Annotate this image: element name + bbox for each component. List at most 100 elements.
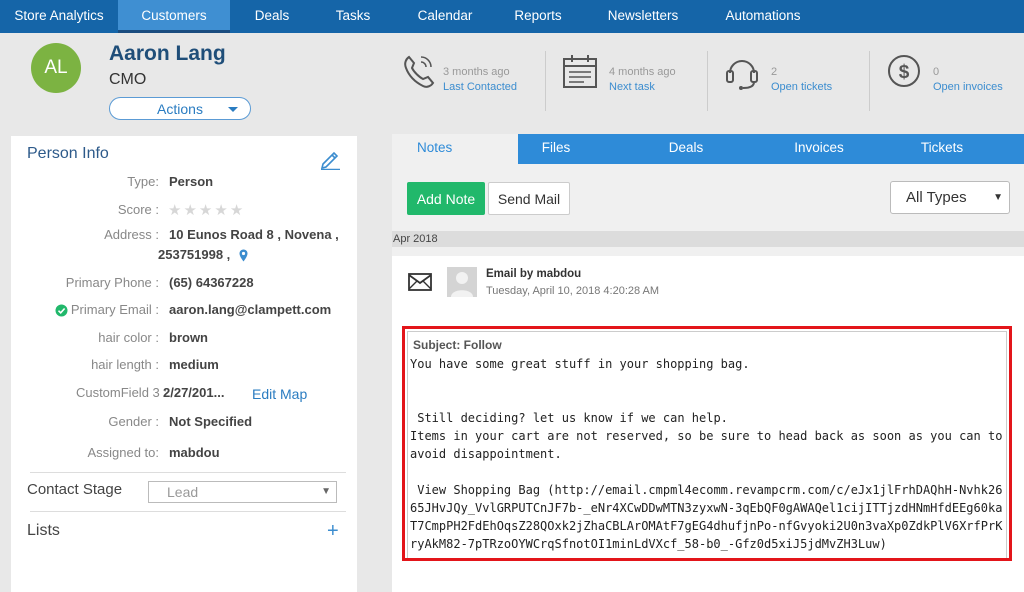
score-stars[interactable]: ★ ★ ★ ★ ★	[168, 201, 243, 219]
address-line2: 253751998 ,	[158, 247, 231, 262]
email-body-line: You have some great stuff in your shoppi…	[410, 357, 750, 371]
nav-deals[interactable]: Deals	[230, 0, 314, 33]
nav-calendar[interactable]: Calendar	[392, 0, 498, 33]
field-value: (65) 64367228	[169, 275, 254, 290]
calendar-icon	[563, 55, 597, 88]
score-row: Score : ★ ★ ★ ★ ★	[11, 202, 357, 222]
edit-pencil-icon[interactable]	[319, 148, 341, 170]
star-icon[interactable]: ★	[183, 201, 196, 219]
email-body-line: View Shopping Bag (http://email.cmpml4ec…	[410, 483, 1003, 551]
contact-name: Aaron Lang	[109, 42, 226, 65]
star-icon[interactable]: ★	[230, 201, 243, 219]
note-item: Email by mabdou Tuesday, April 10, 2018 …	[392, 256, 1024, 592]
tab-deals[interactable]: Deals	[594, 134, 778, 164]
email-content-highlight: Subject: Follow You have some great stuf…	[402, 326, 1012, 561]
send-mail-button[interactable]: Send Mail	[488, 182, 570, 215]
address-row-2: 253751998 ,	[11, 247, 357, 267]
contact-stage-label: Contact Stage	[27, 481, 123, 498]
field-value: mabdou	[169, 445, 220, 460]
add-list-icon[interactable]: +	[327, 520, 339, 543]
divider	[30, 511, 346, 512]
email-body-line	[410, 373, 1006, 391]
open-invoices-link[interactable]: Open invoices	[933, 81, 1003, 93]
phone-icon	[404, 55, 435, 88]
note-timestamp: Tuesday, April 10, 2018 4:20:28 AM	[486, 285, 660, 297]
type-row: Type: Person	[11, 174, 357, 194]
nav-store-analytics[interactable]: Store Analytics	[0, 0, 118, 33]
phone-row: Primary Phone : (65) 64367228	[11, 275, 357, 295]
edit-map-link[interactable]: Edit Map	[252, 386, 307, 402]
contact-stage-select[interactable]: Lead ▼	[148, 481, 337, 503]
tab-notes[interactable]: Notes	[392, 134, 518, 164]
nav-automations[interactable]: Automations	[708, 0, 818, 33]
person-info-panel: Person Info Type: Person Score : ★ ★ ★ ★…	[11, 136, 357, 592]
divider	[30, 472, 346, 473]
open-tickets-link[interactable]: Open tickets	[771, 81, 832, 93]
field-value: medium	[169, 357, 219, 372]
last-contacted-link[interactable]: Last Contacted	[443, 81, 517, 93]
field-value: Person	[169, 174, 214, 189]
lists-label: Lists	[27, 522, 60, 539]
nav-newsletters[interactable]: Newsletters	[578, 0, 708, 33]
actions-label: Actions	[157, 100, 203, 117]
divider	[545, 51, 546, 111]
field-label: Primary Email :	[70, 302, 159, 317]
field-label: hair length :	[91, 357, 159, 372]
note-author-avatar	[447, 267, 477, 297]
star-icon[interactable]: ★	[168, 201, 181, 219]
detail-tabs: Notes Files Deals Invoices Tickets	[392, 134, 1024, 164]
tab-invoices[interactable]: Invoices	[778, 134, 860, 164]
envelope-icon	[408, 273, 432, 291]
contact-header: AL Aaron Lang CMO Actions 3 months ago L…	[0, 33, 1024, 129]
nav-reports[interactable]: Reports	[498, 0, 578, 33]
note-author: Email by mabdou	[486, 268, 582, 280]
date-group-header: Apr 2018	[392, 231, 1024, 247]
field-value: brown	[169, 330, 208, 345]
email-body-line	[410, 463, 1006, 481]
add-note-button[interactable]: Add Note	[407, 182, 485, 215]
field-label: hair color :	[98, 330, 159, 345]
verified-check-icon	[55, 304, 68, 317]
field-value: aaron.lang@clampett.com	[169, 302, 332, 317]
headset-icon	[726, 60, 758, 90]
type-filter-select[interactable]: All Types ▼	[890, 181, 1010, 214]
email-body-line	[410, 391, 1006, 409]
field-label: Gender :	[108, 414, 159, 429]
type-filter-value: All Types	[906, 189, 967, 206]
person-info-title: Person Info	[27, 145, 109, 162]
chevron-down-icon: ▼	[321, 486, 331, 497]
tab-files[interactable]: Files	[518, 134, 594, 164]
stat-top: 0	[933, 66, 940, 78]
nav-customers[interactable]: Customers	[118, 0, 230, 33]
stat-top: 2	[771, 66, 778, 78]
actions-button[interactable]: Actions	[109, 97, 251, 120]
divider	[869, 51, 870, 111]
top-nav: Store Analytics Customers Deals Tasks Calend…	[0, 0, 1024, 33]
stat-top: 4 months ago	[609, 66, 676, 78]
next-task-link[interactable]: Next task	[609, 81, 655, 93]
tab-tickets[interactable]: Tickets	[860, 134, 1024, 164]
nav-tasks[interactable]: Tasks	[314, 0, 392, 33]
field-label: Score :	[117, 202, 159, 217]
chevron-down-icon: ▼	[993, 192, 1003, 203]
email-body: You have some great stuff in your shoppi…	[410, 355, 1006, 553]
star-icon[interactable]: ★	[199, 201, 212, 219]
custom-field-row: CustomField 3 : 2/27/201... Edit Map	[11, 385, 357, 405]
field-label: CustomField 3 :	[75, 385, 167, 400]
field-label: Primary Phone :	[65, 275, 159, 290]
avatar: AL	[31, 43, 81, 93]
field-value: Not Specified	[169, 414, 253, 429]
star-icon[interactable]: ★	[214, 201, 227, 219]
email-content: Subject: Follow You have some great stuf…	[407, 331, 1007, 558]
gender-row: Gender : Not Specified	[11, 414, 357, 434]
field-label: Assigned to:	[87, 445, 159, 460]
contact-title: CMO	[109, 71, 147, 88]
assigned-row: Assigned to: mabdou	[11, 445, 357, 465]
email-body-line: Still deciding? let us know if we can he…	[410, 411, 728, 425]
hair-color-row: hair color : brown	[11, 330, 357, 350]
email-body-line: Items in your cart are not reserved, so …	[410, 429, 1003, 461]
map-pin-icon[interactable]	[239, 249, 248, 262]
field-value: 2/27/201...	[163, 385, 225, 400]
field-label: Address :	[104, 227, 159, 242]
email-row: Primary Email : aaron.lang@clampett.com	[11, 302, 357, 322]
